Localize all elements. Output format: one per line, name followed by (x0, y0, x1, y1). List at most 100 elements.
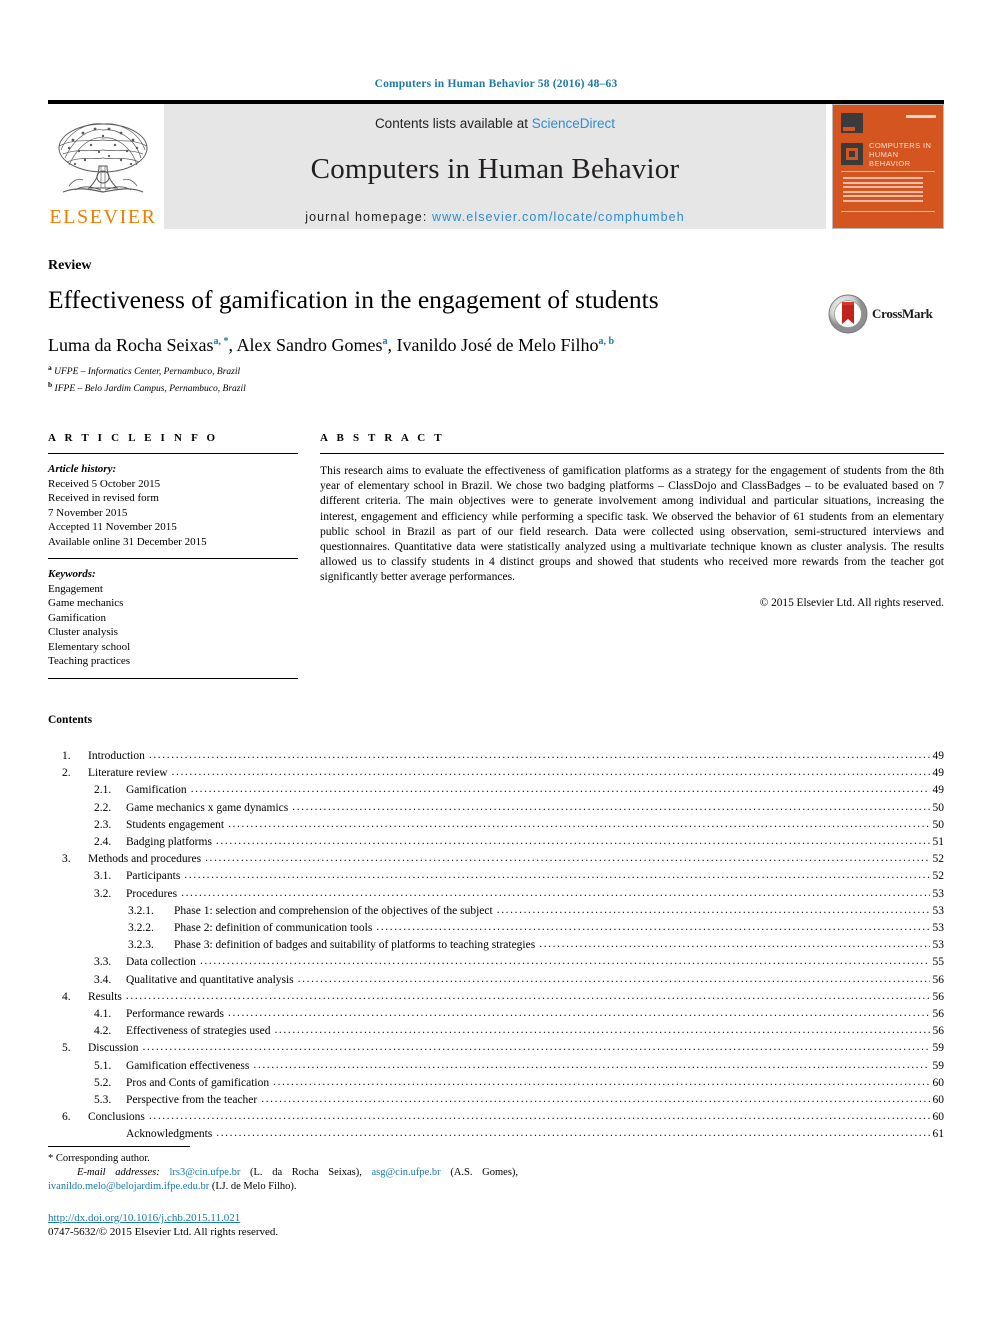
toc-entry[interactable]: 2.3. Students engagement.................… (48, 817, 944, 834)
affiliation-1-text: IFPE – Belo Jardim Campus, Pernambuco, B… (54, 383, 246, 394)
email-0-owner: (L. da Rocha Seixas) (250, 1167, 360, 1178)
keyword-0: Engagement (48, 582, 103, 595)
toc-entry-label: Performance rewards (126, 1008, 225, 1021)
toc-entry[interactable]: 5.1. Gamification effectiveness..........… (48, 1058, 944, 1075)
toc-entry[interactable]: 3.3. Data collection.....................… (48, 954, 944, 971)
toc-entry-label: Badging platforms (126, 836, 212, 849)
journal-cover-thumbnail: COMPUTERS IN HUMAN BEHAVIOR (832, 104, 944, 229)
toc-entry-label: Data collection (126, 956, 196, 969)
journal-homepage-link[interactable]: www.elsevier.com/locate/comphumbeh (432, 210, 685, 224)
cover-qr-icon (841, 113, 863, 133)
toc-entry-number: 2.3. (94, 818, 112, 831)
toc-entry-page: 60 (932, 1094, 945, 1107)
toc-leader-dots: ........................................… (181, 886, 930, 899)
toc-entry[interactable]: 2.1. Gamification........................… (48, 782, 944, 799)
contents-heading: Contents (48, 714, 93, 726)
toc-entry-page: 56 (932, 1025, 945, 1038)
toc-entry-number: 3.2. (94, 887, 112, 900)
toc-entry[interactable]: 3.2. Procedures..........................… (48, 886, 944, 903)
toc-leader-dots: ........................................… (539, 938, 929, 951)
toc-entry-label: Pros and Conts of gamification (126, 1076, 270, 1089)
toc-leader-dots: ........................................… (215, 835, 930, 848)
toc-entry-page: 49 (932, 750, 945, 762)
toc-entry-page: 56 (932, 990, 945, 1003)
elsevier-logo: ELSEVIER (48, 104, 158, 229)
toc-entry-page: 53 (932, 904, 945, 917)
toc-entry-page: 61 (932, 1128, 945, 1141)
toc-entry-page: 53 (932, 939, 945, 952)
author-2: Ivanildo José de Melo Filhoa, b (396, 335, 614, 355)
doi-link[interactable]: http://dx.doi.org/10.1016/j.chb.2015.11.… (48, 1212, 278, 1224)
toc-leader-dots: ........................................… (274, 1024, 930, 1037)
toc-entry-number: 4.2. (94, 1025, 112, 1038)
corresponding-text: Corresponding author. (55, 1153, 150, 1164)
toc-entry[interactable]: 2. Literature review.....................… (48, 765, 944, 782)
toc-leader-dots: ........................................… (216, 1127, 929, 1140)
toc-entry[interactable]: 3.2.2. Phase 2: definition of communicati… (48, 920, 944, 937)
toc-entry[interactable]: 3. Methods and procedures................… (48, 851, 944, 868)
page-title: Effectiveness of gamification in the eng… (48, 285, 659, 314)
toc-entry-page: 49 (932, 784, 945, 797)
article-info-heading: A R T I C L E I N F O (48, 432, 219, 444)
toc-entry-page: 55 (932, 956, 945, 969)
author-2-marks: a, b (598, 336, 615, 347)
toc-entry[interactable]: 1. Introduction..........................… (48, 748, 944, 765)
toc-entry[interactable]: 2.4. Badging platforms...................… (48, 834, 944, 851)
toc-entry-number: 3.2.2. (128, 922, 154, 935)
toc-entry[interactable]: 6. Conclusions...........................… (48, 1109, 944, 1126)
toc-entry-page: 59 (932, 1042, 945, 1055)
toc-entry[interactable]: Acknowledgments.........................… (48, 1126, 944, 1143)
article-history-line-0: Received 5 October 2015 (48, 477, 161, 490)
contents-available-line: Contents lists available at ScienceDirec… (375, 116, 615, 131)
toc-entry[interactable]: 4.2. Effectiveness of strategies used....… (48, 1023, 944, 1040)
crossmark-badge[interactable]: CrossMark (828, 292, 940, 336)
journal-homepage-line: journal homepage: www.elsevier.com/locat… (305, 210, 685, 224)
corresponding-author-note: * Corresponding author. E-mail addresses… (48, 1153, 519, 1192)
toc-leader-dots: ........................................… (228, 1007, 929, 1020)
toc-entry[interactable]: 4.1. Performance rewards.................… (48, 1006, 944, 1023)
journal-masthead: ELSEVIER Contents lists available at Sci… (48, 100, 944, 229)
toc-entry-page: 52 (932, 853, 945, 866)
toc-entry[interactable]: 4. Results...............................… (48, 989, 944, 1006)
keyword-3: Cluster analysis (48, 626, 118, 638)
toc-entry-page: 53 (932, 887, 945, 900)
cover-issn-code (906, 115, 936, 118)
abstract-copyright: © 2015 Elsevier Ltd. All rights reserved… (759, 596, 944, 609)
article-history-line-1: Received in revised form (48, 492, 159, 504)
toc-entry-label: Gamification effectiveness (126, 1059, 250, 1072)
toc-leader-dots: ........................................… (376, 921, 929, 934)
toc-entry[interactable]: 3.2.3. Phase 3: definition of badges and … (48, 937, 944, 954)
toc-entry-number: 3.1. (94, 870, 112, 883)
toc-entry-label: Literature review (88, 767, 168, 780)
toc-entry-number: 5.1. (94, 1059, 112, 1072)
toc-entry[interactable]: 2.2. Game mechanics x game dynamics......… (48, 800, 944, 817)
toc-entry-page: 50 (932, 801, 945, 814)
email-0[interactable]: lrs3@cin.ufpe.br (169, 1167, 240, 1178)
toc-entry-number: 2.4. (94, 836, 112, 849)
toc-entry-number: 3.2.1. (128, 904, 154, 917)
keyword-4: Elementary school (48, 640, 131, 653)
keyword-5: Teaching practices (48, 655, 130, 667)
affiliation-1-mark: b (48, 379, 53, 389)
email-addresses-label: E-mail addresses: (77, 1167, 160, 1178)
toc-entry[interactable]: 3.1. Participants........................… (48, 868, 944, 885)
toc-entry-page: 59 (932, 1059, 945, 1072)
toc-entry[interactable]: 3.4. Qualitative and quantitative analysi… (48, 972, 944, 989)
toc-entry-page: 49 (932, 767, 945, 780)
running-head: Computers in Human Behavior 58 (2016) 48… (374, 78, 618, 90)
cover-subtext-lines (843, 177, 923, 204)
toc-entry[interactable]: 5.2. Pros and Conts of gamification......… (48, 1075, 944, 1092)
toc-leader-dots: ........................................… (292, 800, 930, 813)
elsevier-tree-icon (58, 123, 148, 193)
toc-entry[interactable]: 5.3. Perspective from the teacher........… (48, 1092, 944, 1109)
toc-entry-label: Methods and procedures (88, 853, 202, 866)
sciencedirect-link[interactable]: ScienceDirect (532, 116, 615, 131)
email-1[interactable]: asg@cin.ufpe.br (372, 1167, 441, 1178)
toc-entry[interactable]: 3.2.1. Phase 1: selection and comprehensi… (48, 903, 944, 920)
homepage-prefix: journal homepage: (305, 209, 433, 224)
email-2[interactable]: ivanildo.melo@belojardim.ifpe.edu.br (48, 1181, 209, 1192)
toc-entry[interactable]: 5. Discussion............................… (48, 1040, 944, 1057)
keyword-1: Game mechanics (48, 597, 124, 609)
crossmark-label: CrossMark (872, 306, 933, 321)
article-history-line-3: Accepted 11 November 2015 (48, 521, 177, 533)
